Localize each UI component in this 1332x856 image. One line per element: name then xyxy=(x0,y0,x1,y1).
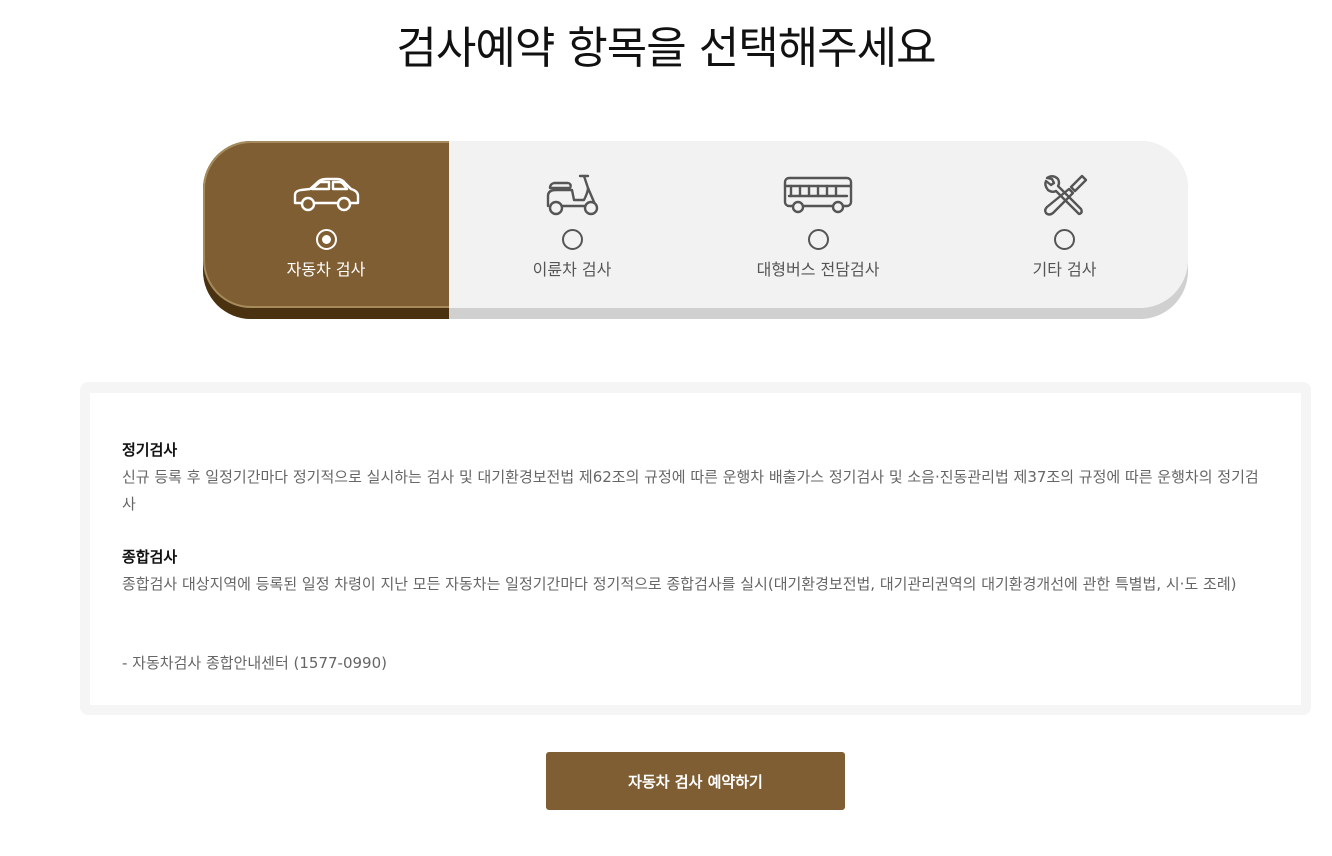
inspection-type-selector: 자동차 검사 이륜차 검사 대형버스 전담검사 기타 검사 xyxy=(203,141,1188,319)
option-label-motorcycle: 이륜차 검사 xyxy=(532,260,612,279)
radio-motorcycle-inspection[interactable] xyxy=(561,229,583,250)
info-section-regular: 정기검사 신규 등록 후 일정기간마다 정기적으로 실시하는 검사 및 대기환경… xyxy=(122,439,1272,518)
radio-car-inspection[interactable] xyxy=(315,229,337,250)
info-text-regular: 신규 등록 후 일정기간마다 정기적으로 실시하는 검사 및 대기환경보전법 제… xyxy=(122,468,1259,513)
info-heading-regular: 정기검사 xyxy=(122,441,178,459)
option-motorcycle-inspection[interactable]: 이륜차 검사 xyxy=(449,141,695,308)
radio-other-inspection[interactable] xyxy=(1054,229,1075,250)
bus-icon xyxy=(783,171,853,219)
option-bus-inspection[interactable]: 대형버스 전담검사 xyxy=(695,141,941,308)
reserve-button[interactable]: 자동차 검사 예약하기 xyxy=(546,752,845,810)
option-car-inspection[interactable]: 자동차 검사 xyxy=(203,141,449,308)
radio-bus-inspection[interactable] xyxy=(807,229,829,250)
option-label-other: 기타 검사 xyxy=(1032,260,1097,279)
car-icon xyxy=(291,171,361,219)
page-title: 검사예약 항목을 선택해주세요 xyxy=(396,23,936,74)
info-heading-comprehensive: 종합검사 xyxy=(122,548,178,566)
tools-icon xyxy=(1041,171,1089,219)
scooter-icon xyxy=(544,171,600,219)
option-label-car: 자동차 검사 xyxy=(286,260,366,279)
option-other-inspection[interactable]: 기타 검사 xyxy=(941,141,1188,308)
info-section-comprehensive: 종합검사 종합검사 대상지역에 등록된 일정 차령이 지난 모든 자동차는 일정… xyxy=(122,546,1272,598)
option-label-bus: 대형버스 전담검사 xyxy=(756,260,880,279)
info-text-comprehensive: 종합검사 대상지역에 등록된 일정 차령이 지난 모든 자동차는 일정기간마다 … xyxy=(122,575,1237,593)
hotline-text: - 자동차검사 종합안내센터 (1577-0990) xyxy=(122,654,387,672)
page: 검사예약 항목을 선택해주세요 자동차 검사 이륜차 검사 대형버스 전담검사 … xyxy=(0,0,1332,856)
